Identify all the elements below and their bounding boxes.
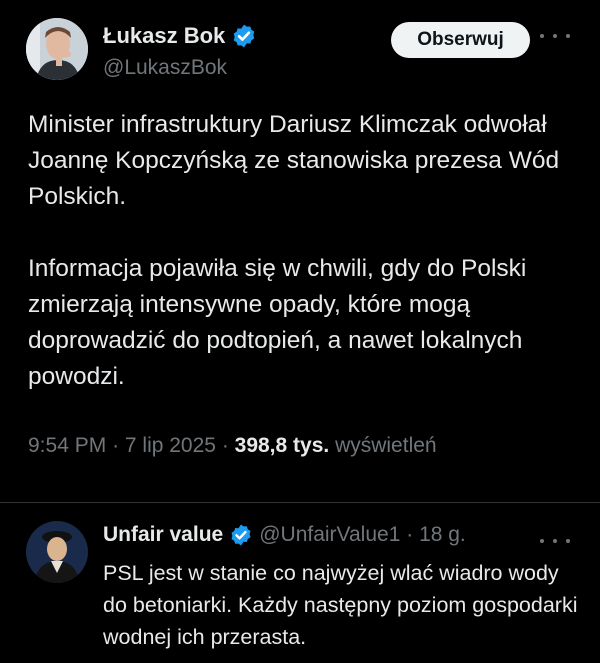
tweet-text: Minister infrastruktury Dariusz Klimczak… — [28, 107, 573, 395]
reply-header: Unfair value @UnfairValue1 · 18 g. — [103, 523, 466, 547]
verified-badge-icon — [233, 24, 255, 48]
tweet-paragraph-1: Minister infrastruktury Dariusz Klimczak… — [28, 111, 560, 210]
verified-badge-icon — [231, 524, 251, 546]
author-name[interactable]: Łukasz Bok — [103, 23, 225, 49]
avatar-image — [26, 18, 88, 80]
tweet-meta: 9:54 PM · 7 lip 2025 · 398,8 tys. wyświe… — [28, 434, 437, 458]
author-avatar[interactable] — [26, 18, 88, 80]
follow-button[interactable]: Obserwuj — [391, 22, 530, 58]
reply-author-handle[interactable]: @UnfairValue1 — [259, 523, 400, 547]
more-dots-icon[interactable] — [540, 26, 570, 46]
author-name-row: Łukasz Bok — [103, 23, 257, 49]
reply-separator: · — [400, 523, 420, 546]
tweet-time[interactable]: 9:54 PM — [28, 434, 106, 457]
author-handle[interactable]: @LukaszBok — [103, 56, 227, 80]
views-label: wyświetleń — [335, 434, 437, 457]
tweet-date[interactable]: 7 lip 2025 — [125, 434, 216, 457]
main-tweet: Łukasz Bok @LukaszBok Obserwuj Minister … — [0, 0, 600, 500]
reply-author-name[interactable]: Unfair value — [103, 523, 223, 547]
more-dots-icon[interactable] — [540, 531, 570, 551]
meta-separator: · — [221, 434, 235, 457]
reply-text: PSL jest w stanie co najwyżej wlać wiadr… — [103, 561, 578, 649]
reply-tweet[interactable]: Unfair value @UnfairValue1 · 18 g. PSL j… — [0, 503, 600, 663]
meta-separator: · — [112, 434, 125, 457]
reply-avatar[interactable] — [26, 521, 88, 583]
tweet-paragraph-2: Informacja pojawiła się w chwili, gdy do… — [28, 255, 527, 390]
views-count: 398,8 tys. — [234, 434, 330, 457]
reply-avatar-image — [26, 521, 88, 583]
reply-age[interactable]: 18 g. — [419, 523, 466, 547]
